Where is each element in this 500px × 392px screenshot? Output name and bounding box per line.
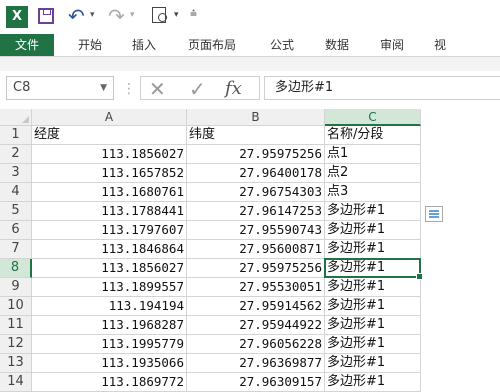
- cell-a14[interactable]: 113.1869772: [32, 373, 187, 392]
- tab-review[interactable]: 审阅: [380, 34, 404, 56]
- redo-icon[interactable]: ↷: [108, 4, 125, 28]
- tab-data[interactable]: 数据: [325, 34, 349, 56]
- cell-c12[interactable]: 多边形#1: [325, 335, 421, 354]
- cell-a1[interactable]: 经度: [32, 126, 187, 145]
- formula-input[interactable]: 多边形#1: [264, 76, 500, 100]
- cell-c13[interactable]: 多边形#1: [325, 354, 421, 373]
- column-header-a[interactable]: A: [32, 109, 187, 126]
- cell-c9[interactable]: 多边形#1: [325, 278, 421, 297]
- customize-toolbar-icon[interactable]: ⩮: [190, 6, 197, 21]
- print-preview-icon[interactable]: [152, 7, 167, 23]
- cell-c6[interactable]: 多边形#1: [325, 221, 421, 240]
- row-header-9[interactable]: 9: [0, 278, 32, 297]
- row-header-1[interactable]: 1: [0, 126, 32, 145]
- cell-c5[interactable]: 多边形#1: [325, 202, 421, 221]
- row-header-5[interactable]: 5: [0, 202, 32, 221]
- undo-icon[interactable]: ↶: [68, 4, 85, 28]
- ribbon-body: [0, 57, 500, 71]
- insert-function-icon[interactable]: fx: [225, 77, 242, 101]
- tab-page-layout[interactable]: 页面布局: [188, 34, 236, 56]
- cell-b1[interactable]: 纬度: [187, 126, 325, 145]
- cell-a9[interactable]: 113.1899557: [32, 278, 187, 297]
- cell-a6[interactable]: 113.1797607: [32, 221, 187, 240]
- cell-b8[interactable]: 27.95975256: [187, 259, 325, 278]
- cell-a13[interactable]: 113.1935066: [32, 354, 187, 373]
- cell-b13[interactable]: 27.96369877: [187, 354, 325, 373]
- formula-buttons: ✕ ✓ fx: [140, 76, 260, 101]
- name-box-value: C8: [13, 80, 31, 95]
- cell-a8[interactable]: 113.1856027: [32, 259, 187, 278]
- excel-logo-icon: X: [6, 6, 28, 28]
- cell-b5[interactable]: 27.96147253: [187, 202, 325, 221]
- row-header-2[interactable]: 2: [0, 145, 32, 164]
- separator-icon: ⋮: [122, 81, 136, 97]
- cell-b7[interactable]: 27.95600871: [187, 240, 325, 259]
- cell-a11[interactable]: 113.1968287: [32, 316, 187, 335]
- cell-b6[interactable]: 27.95590743: [187, 221, 325, 240]
- formula-bar: C8 ▼ ⋮ ✕ ✓ fx 多边形#1: [0, 71, 500, 109]
- row-header-14[interactable]: 14: [0, 373, 32, 392]
- column-header-c[interactable]: C: [325, 109, 421, 126]
- row-header-4[interactable]: 4: [0, 183, 32, 202]
- preview-dropdown-icon[interactable]: ▾: [174, 10, 179, 20]
- cell-c2[interactable]: 点1: [325, 145, 421, 164]
- tab-view[interactable]: 视: [434, 34, 446, 56]
- cell-a7[interactable]: 113.1846864: [32, 240, 187, 259]
- cell-c3[interactable]: 点2: [325, 164, 421, 183]
- cell-b10[interactable]: 27.95914562: [187, 297, 325, 316]
- row-header-13[interactable]: 13: [0, 354, 32, 373]
- cell-b4[interactable]: 27.96754303: [187, 183, 325, 202]
- cell-c1[interactable]: 名称/分段: [325, 126, 421, 145]
- quick-analysis-icon[interactable]: [425, 206, 443, 222]
- undo-dropdown-icon[interactable]: ▾: [90, 10, 95, 20]
- select-all-button[interactable]: [0, 109, 32, 126]
- row-header-11[interactable]: 11: [0, 316, 32, 335]
- row-header-12[interactable]: 12: [0, 335, 32, 354]
- quick-access-toolbar: X ↶ ▾ ↷ ▾ ▾ ⩮: [0, 0, 500, 34]
- tab-insert[interactable]: 插入: [132, 34, 156, 56]
- enter-icon[interactable]: ✓: [189, 77, 206, 101]
- name-box[interactable]: C8 ▼: [6, 76, 114, 100]
- cancel-icon[interactable]: ✕: [149, 77, 166, 101]
- tab-file[interactable]: 文件: [0, 34, 54, 56]
- cell-a4[interactable]: 113.1680761: [32, 183, 187, 202]
- cell-c14[interactable]: 多边形#1: [325, 373, 421, 392]
- tab-formulas[interactable]: 公式: [270, 34, 294, 56]
- tab-home[interactable]: 开始: [78, 34, 102, 56]
- row-header-8[interactable]: 8: [0, 259, 32, 278]
- cell-a5[interactable]: 113.1788441: [32, 202, 187, 221]
- cell-b11[interactable]: 27.95944922: [187, 316, 325, 335]
- cell-c11[interactable]: 多边形#1: [325, 316, 421, 335]
- chevron-down-icon[interactable]: ▼: [100, 77, 107, 99]
- ribbon-tabs: 文件 开始 插入 页面布局 公式 数据 审阅 视: [0, 34, 500, 57]
- cell-c8[interactable]: 多边形#1: [325, 259, 421, 278]
- cell-b3[interactable]: 27.96400178: [187, 164, 325, 183]
- cell-a12[interactable]: 113.1995779: [32, 335, 187, 354]
- cell-c7[interactable]: 多边形#1: [325, 240, 421, 259]
- row-header-6[interactable]: 6: [0, 221, 32, 240]
- row-header-10[interactable]: 10: [0, 297, 32, 316]
- row-header-3[interactable]: 3: [0, 164, 32, 183]
- cell-a10[interactable]: 113.194194: [32, 297, 187, 316]
- cell-b2[interactable]: 27.95975256: [187, 145, 325, 164]
- redo-dropdown-icon[interactable]: ▾: [130, 10, 135, 20]
- row-header-7[interactable]: 7: [0, 240, 32, 259]
- save-icon[interactable]: [38, 8, 54, 24]
- column-header-b[interactable]: B: [187, 109, 325, 126]
- cell-a2[interactable]: 113.1856027: [32, 145, 187, 164]
- cell-c10[interactable]: 多边形#1: [325, 297, 421, 316]
- cell-c4[interactable]: 点3: [325, 183, 421, 202]
- cell-b9[interactable]: 27.95530051: [187, 278, 325, 297]
- cell-b12[interactable]: 27.96056228: [187, 335, 325, 354]
- cell-a3[interactable]: 113.1657852: [32, 164, 187, 183]
- cell-b14[interactable]: 27.96309157: [187, 373, 325, 392]
